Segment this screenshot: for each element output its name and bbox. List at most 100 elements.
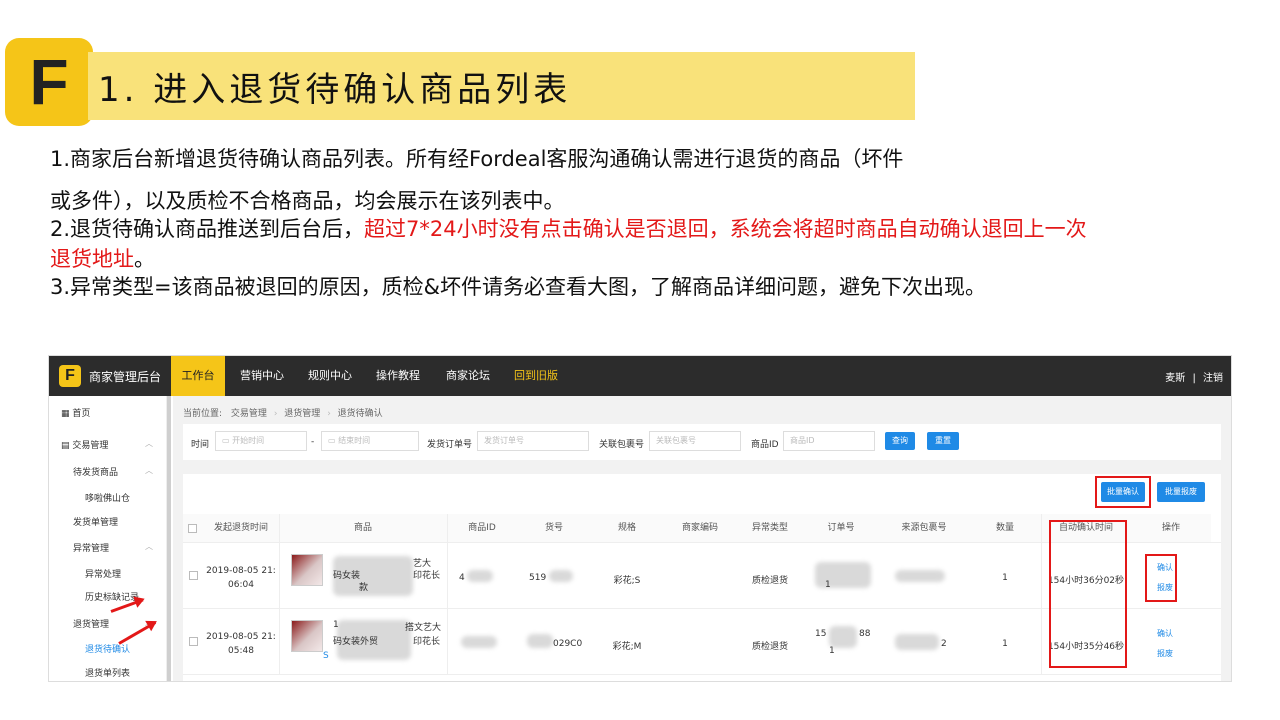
p2-emphasis: 超过7*24小时没有点击确认是否退回，系统会将超时商品自动确认退回上一次 bbox=[364, 217, 1087, 241]
logout-link[interactable]: 注销 bbox=[1203, 373, 1223, 384]
redacted-area bbox=[815, 562, 871, 588]
sidebar-item-return-mgmt[interactable]: 退货管理 bbox=[73, 617, 109, 630]
row-order-part3: 1 bbox=[829, 646, 835, 656]
user-name[interactable]: 麦斯 bbox=[1165, 373, 1185, 384]
sidebar-item-exception[interactable]: 异常管理 bbox=[73, 541, 109, 554]
paragraph-1: 1.商家后台新增退货待确认商品列表。所有经Fordeal客服沟通确认需进行退货的… bbox=[50, 147, 904, 171]
item-id-label: 商品ID bbox=[751, 440, 779, 450]
product-name-3: 印花长 bbox=[413, 571, 441, 581]
slide-title: 1. 进入退货待确认商品列表 bbox=[98, 69, 572, 110]
product-name-4: 款 bbox=[359, 583, 369, 593]
row-spec: 彩花;S bbox=[613, 576, 641, 586]
sidebar-item-trade[interactable]: ▤ 交易管理 bbox=[61, 438, 108, 451]
breadcrumb-return[interactable]: 退货管理 bbox=[284, 409, 320, 419]
breadcrumb-trade[interactable]: 交易管理 bbox=[231, 409, 267, 419]
start-time-input[interactable]: ▭ 开始时间 bbox=[215, 431, 307, 451]
confirm-link[interactable]: 确认 bbox=[1157, 628, 1173, 639]
redacted-area bbox=[895, 570, 945, 582]
end-time-input[interactable]: ▭ 结束时间 bbox=[321, 431, 419, 451]
sidebar-item-exception-handle[interactable]: 异常处理 bbox=[85, 567, 121, 580]
main-content: 当前位置: 交易管理 › 退货管理 › 退货待确认 时间 ▭ 开始时间 - ▭ … bbox=[173, 396, 1231, 681]
ship-order-input[interactable]: 发货订单号 bbox=[477, 431, 589, 451]
row-time-date: 2019-08-05 21: bbox=[206, 632, 276, 642]
range-dash: - bbox=[311, 437, 315, 447]
sidebar-item-home[interactable]: ▦ 首页 bbox=[61, 406, 90, 419]
row-order-part2: 88 bbox=[859, 629, 871, 639]
redacted-area bbox=[461, 636, 497, 648]
sidebar-scrollbar[interactable] bbox=[167, 396, 171, 681]
row-time-clock: 05:48 bbox=[228, 646, 254, 656]
col-actions: 操作 bbox=[1131, 514, 1211, 542]
col-spec: 规格 bbox=[591, 514, 663, 542]
row-time-clock: 06:04 bbox=[228, 580, 254, 590]
redacted-area bbox=[829, 626, 857, 648]
highlight-box bbox=[1145, 554, 1177, 602]
sidebar-item-history[interactable]: 历史标缺记录 bbox=[85, 590, 139, 603]
sidebar-item-pending-ship[interactable]: 待发货商品 bbox=[73, 465, 118, 478]
breadcrumb-current: 退货待确认 bbox=[337, 409, 383, 419]
nav-rules[interactable]: 规则中心 bbox=[303, 356, 357, 396]
row-checkbox[interactable] bbox=[189, 571, 198, 580]
item-id-input[interactable]: 商品ID bbox=[783, 431, 875, 451]
nav-workbench[interactable]: 工作台 bbox=[171, 356, 225, 396]
sidebar-item-ship-mgmt[interactable]: 发货单管理 bbox=[73, 515, 118, 528]
product-thumbnail[interactable] bbox=[291, 554, 323, 586]
row-checkbox[interactable] bbox=[189, 637, 198, 646]
row-sku: 519 bbox=[529, 573, 547, 583]
col-merchant-code: 商家编码 bbox=[663, 514, 737, 542]
p2-emphasis-2: 退货地址 bbox=[50, 247, 134, 271]
row-order-tail: 1 bbox=[825, 580, 831, 590]
row-exception: 质检退货 bbox=[751, 642, 788, 652]
query-button[interactable]: 查询 bbox=[885, 432, 915, 450]
time-label: 时间 bbox=[191, 440, 210, 450]
col-source-package: 来源包裹号 bbox=[879, 514, 969, 542]
nav-tutorial[interactable]: 操作教程 bbox=[371, 356, 425, 396]
reset-button[interactable]: 重置 bbox=[927, 432, 959, 450]
paragraph-3: 3.异常类型=该商品被退回的原因，质检&坏件请务必查看大图，了解商品详细问题，避… bbox=[50, 275, 987, 299]
col-divider bbox=[447, 514, 448, 674]
paragraph-1b: 或多件），以及质检不合格商品，均会展示在该列表中。 bbox=[50, 189, 565, 213]
row-item-id: 4 bbox=[459, 573, 465, 583]
row-quantity: 1 bbox=[1002, 639, 1008, 649]
product-name-2: 码女装 bbox=[333, 571, 361, 581]
col-sku: 货号 bbox=[517, 514, 591, 542]
package-label: 关联包裹号 bbox=[599, 440, 645, 450]
row-quantity: 1 bbox=[1002, 573, 1008, 583]
sidebar-item-return-pending[interactable]: 退货待确认 bbox=[85, 642, 130, 655]
package-input[interactable]: 关联包裹号 bbox=[649, 431, 741, 451]
chevron-right-icon: › bbox=[327, 409, 331, 419]
sidebar-item-return-list[interactable]: 退货单列表 bbox=[85, 666, 130, 679]
col-item-id: 商品ID bbox=[447, 514, 517, 542]
sidebar-item-warehouse[interactable]: 哆啦佛山仓 bbox=[85, 491, 130, 504]
table-panel: 批量确认 批量报废 发起退货时间 商品 商品ID 货号 规格 商家编码 异常类型… bbox=[183, 474, 1221, 681]
start-time-placeholder: 开始时间 bbox=[232, 436, 265, 445]
scrap-link[interactable]: 报废 bbox=[1157, 648, 1173, 659]
header-checkbox-cell bbox=[183, 514, 203, 542]
batch-scrap-button[interactable]: 批量报废 bbox=[1157, 482, 1205, 502]
nav-marketing[interactable]: 营销中心 bbox=[235, 356, 289, 396]
select-all-checkbox[interactable] bbox=[188, 524, 197, 533]
highlight-box bbox=[1049, 520, 1127, 668]
chevron-up-icon: ︿ bbox=[145, 542, 153, 551]
nav-old-version[interactable]: 回到旧版 bbox=[509, 356, 563, 396]
calendar-icon: ▭ bbox=[328, 436, 339, 445]
calendar-icon: ▭ bbox=[222, 436, 233, 445]
p2-normal: 2.退货待确认商品推送到后台后， bbox=[50, 217, 365, 241]
nav-forum[interactable]: 商家论坛 bbox=[441, 356, 495, 396]
product-name-1b: 搭文艺大 bbox=[405, 623, 442, 633]
sidebar-trade-label: 交易管理 bbox=[72, 441, 109, 451]
f-logo: F bbox=[5, 38, 93, 126]
product-name-4[interactable]: S bbox=[323, 651, 329, 661]
admin-screenshot: F 商家管理后台 工作台 营销中心 规则中心 操作教程 商家论坛 回到旧版 麦斯… bbox=[48, 355, 1232, 682]
redacted-area bbox=[895, 634, 939, 650]
product-thumbnail[interactable] bbox=[291, 620, 323, 652]
col-product: 商品 bbox=[279, 514, 447, 542]
row-package: 2 bbox=[941, 639, 947, 649]
row-time-date: 2019-08-05 21: bbox=[206, 566, 276, 576]
logo-letter: F bbox=[29, 46, 69, 118]
title-bar: 1. 进入退货待确认商品列表 bbox=[88, 52, 915, 120]
row-spec: 彩花;M bbox=[612, 642, 642, 652]
user-area: 麦斯 | 注销 bbox=[1165, 369, 1223, 384]
doc-icon: ▤ bbox=[61, 441, 70, 451]
row-divider bbox=[183, 674, 1221, 675]
